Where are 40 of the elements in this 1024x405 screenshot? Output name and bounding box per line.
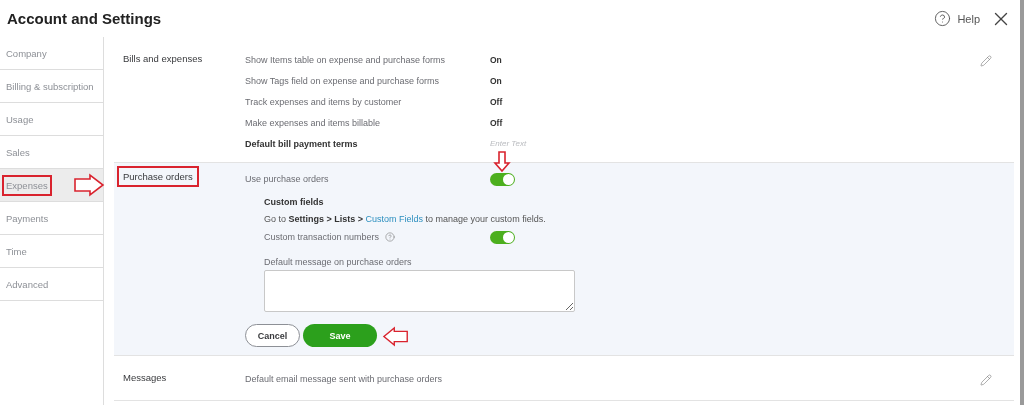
- sidebar-label: Usage: [5, 112, 35, 127]
- setting-label: Custom transaction numbers: [264, 232, 380, 242]
- help-link[interactable]: Help: [957, 12, 980, 25]
- toggle-switch[interactable]: [490, 230, 515, 244]
- setting-value: On: [490, 75, 502, 86]
- sidebar-label: Billing & subscription: [5, 79, 95, 94]
- section-title: Bills and expenses: [122, 52, 204, 66]
- section-title: Messages: [122, 371, 168, 385]
- page-title: Account and Settings: [7, 10, 162, 27]
- sidebar-label: Company: [5, 46, 48, 61]
- edit-icon[interactable]: [980, 55, 992, 67]
- subsection-heading: Custom fields: [264, 197, 325, 207]
- setting-value: Off: [490, 117, 503, 128]
- setting-label: Make expenses and items billable: [245, 117, 382, 128]
- sidebar-label: Advanced: [5, 277, 50, 292]
- sidebar-label: Time: [5, 244, 28, 259]
- cancel-button[interactable]: Cancel: [245, 324, 300, 347]
- field-label: Default message on purchase orders: [264, 257, 413, 267]
- save-button[interactable]: Save: [303, 324, 377, 347]
- sidebar-label: Sales: [5, 145, 31, 160]
- setting-label: Default bill payment terms: [245, 138, 359, 149]
- setting-value: On: [490, 54, 502, 65]
- sidebar-item[interactable]: Expenses: [0, 169, 103, 202]
- custom-fields-note: Go to Settings > Lists > Custom Fields to manage your custom fields.: [264, 214, 547, 224]
- sidebar-label: Expenses: [2, 174, 52, 196]
- placeholder-text: Enter Text: [490, 139, 527, 148]
- edit-icon[interactable]: [980, 374, 992, 386]
- setting-label: Show Tags field on expense and purchase forms: [245, 75, 440, 86]
- setting-label: Use purchase orders: [245, 174, 330, 184]
- setting-label: Show Items table on expense and purchase forms: [245, 54, 447, 65]
- setting-value: Off: [490, 96, 503, 107]
- section-title: Purchase orders: [117, 166, 199, 187]
- sidebar-label: Payments: [5, 211, 50, 226]
- annotation-arrow-icon: [72, 174, 106, 196]
- custom-fields-link[interactable]: Custom Fields: [365, 214, 424, 224]
- help-icon[interactable]: [934, 10, 952, 27]
- setting-label: Default email message sent with purchase orders: [245, 373, 444, 384]
- setting-label: Track expenses and items by customer: [245, 96, 403, 107]
- toggle-switch[interactable]: [490, 172, 515, 186]
- message-input[interactable]: [264, 270, 575, 312]
